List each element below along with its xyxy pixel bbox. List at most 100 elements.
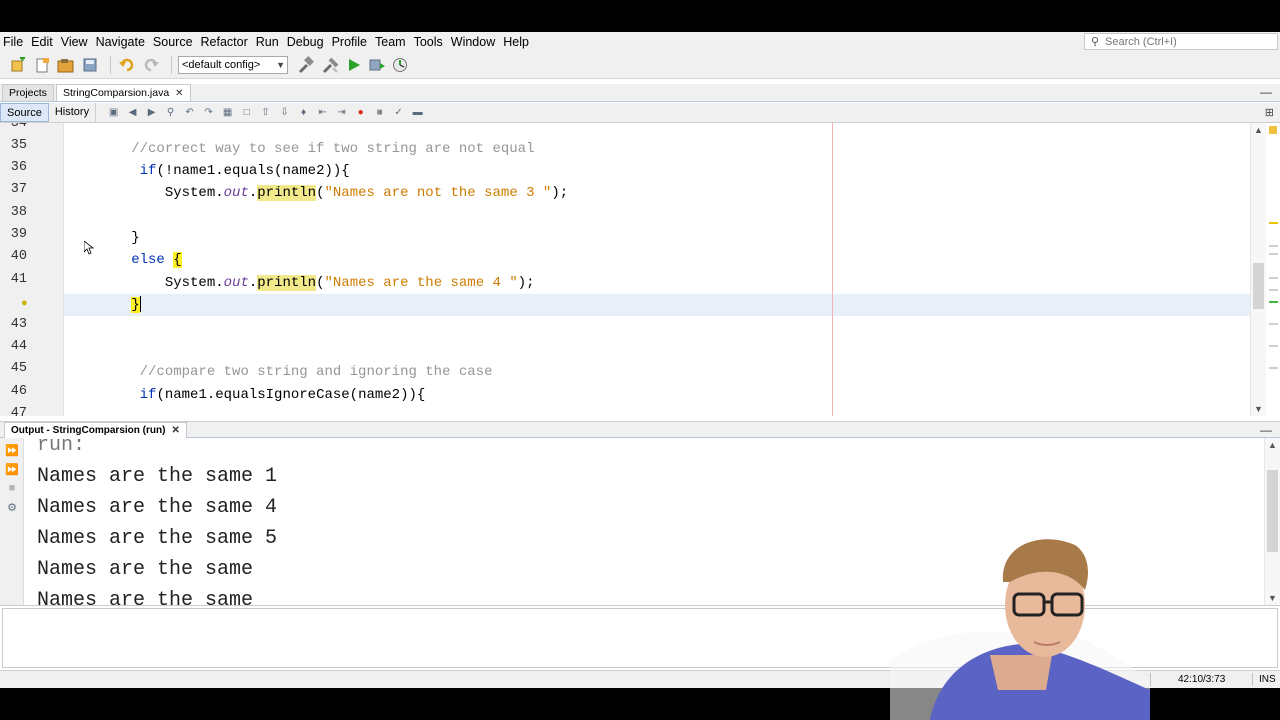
build-icon[interactable]	[296, 55, 316, 75]
stop-icon[interactable]: ■	[5, 481, 19, 495]
warning-summary-icon[interactable]	[1269, 126, 1277, 134]
error-stripe[interactable]	[1266, 123, 1280, 416]
scroll-down-icon[interactable]: ▼	[1268, 593, 1277, 603]
minimize-icon[interactable]: —	[1260, 422, 1272, 438]
last-edit-icon[interactable]: ▣	[106, 105, 121, 120]
menu-edit[interactable]: Edit	[27, 32, 57, 52]
tab-output-label: Output - StringComparsion (run)	[11, 424, 166, 436]
line-number: 41	[10, 272, 27, 287]
toggle-highlight-icon[interactable]: ▦	[220, 105, 235, 120]
status-separator	[1252, 673, 1253, 686]
code-line: System.out.println("Names are the same 4…	[64, 275, 535, 291]
minimize-icon[interactable]: —	[1260, 84, 1272, 100]
scroll-up-icon[interactable]: ▲	[1268, 440, 1277, 450]
code-editor[interactable]: 34 35 36 37 38 39 40 41 ● 43 44 45 46 47…	[0, 123, 1280, 416]
output-actions: ⏩ ⏩ ■ ⚙	[0, 438, 24, 605]
toggle-bookmark-icon[interactable]: ♦	[296, 105, 311, 120]
stripe-mark[interactable]	[1269, 301, 1278, 303]
search-input[interactable]	[1105, 35, 1275, 48]
previous-bookmark-icon[interactable]: ⇧	[258, 105, 273, 120]
tab-history[interactable]: History	[49, 103, 97, 122]
close-icon[interactable]: ✕	[175, 85, 183, 102]
output-text: run: Names are the same 1 Names are the …	[37, 438, 277, 605]
menu-source[interactable]: Source	[149, 32, 197, 52]
shift-left-icon[interactable]: ⇤	[315, 105, 330, 120]
next-bookmark-icon[interactable]: ⇩	[277, 105, 292, 120]
menu-refactor[interactable]: Refactor	[197, 32, 252, 52]
tab-source[interactable]: Source	[0, 103, 49, 122]
settings-icon[interactable]: ⚙	[5, 500, 19, 514]
scroll-up-icon[interactable]: ▲	[1254, 125, 1263, 135]
stripe-mark[interactable]	[1269, 289, 1278, 291]
code-line: else {	[64, 249, 1250, 271]
menu-debug[interactable]: Debug	[283, 32, 328, 52]
menu-navigate[interactable]: Navigate	[92, 32, 149, 52]
line-number: 43	[10, 317, 27, 332]
new-file-icon[interactable]	[32, 55, 52, 75]
stripe-mark[interactable]	[1269, 253, 1278, 255]
menu-team[interactable]: Team	[371, 32, 410, 52]
search-box[interactable]: ⚲	[1084, 33, 1278, 50]
insert-mode: INS	[1259, 674, 1276, 685]
uncomment-icon[interactable]: ▬	[410, 105, 425, 120]
webcam-overlay	[890, 539, 1150, 720]
debug-icon[interactable]	[368, 55, 388, 75]
stripe-mark[interactable]	[1269, 222, 1278, 224]
new-project-icon[interactable]	[8, 55, 28, 75]
scrollbar-thumb[interactable]	[1267, 470, 1278, 552]
code-method-highlight: println	[257, 275, 317, 291]
stripe-mark[interactable]	[1269, 345, 1278, 347]
config-select[interactable]: <default config> ▼	[178, 56, 288, 74]
output-scrollbar[interactable]: ▲ ▼	[1264, 438, 1280, 605]
find-icon[interactable]: ⚲	[163, 105, 178, 120]
scroll-down-icon[interactable]: ▼	[1254, 404, 1263, 414]
stripe-mark[interactable]	[1269, 245, 1278, 247]
menu-file[interactable]: File	[0, 32, 27, 52]
undo-icon[interactable]	[117, 55, 137, 75]
menu-help[interactable]: Help	[499, 32, 533, 52]
forward-icon[interactable]: ▶	[144, 105, 159, 120]
comment-icon[interactable]: ✓	[391, 105, 406, 120]
toggle-rectangular-selection-icon[interactable]: □	[239, 105, 254, 120]
back-icon[interactable]: ◀	[125, 105, 140, 120]
editor-scrollbar[interactable]: ▲ ▼	[1250, 123, 1266, 416]
menu-profile[interactable]: Profile	[328, 32, 371, 52]
tab-output[interactable]: Output - StringComparsion (run) ✕	[4, 422, 187, 438]
stop-macro-recording-icon[interactable]: ■	[372, 105, 387, 120]
tab-file[interactable]: StringComparsion.java ✕	[55, 84, 191, 102]
code-area[interactable]: //correct way to see if two string are n…	[64, 123, 1250, 416]
open-project-icon[interactable]	[56, 55, 76, 75]
output-line: run:	[37, 438, 86, 457]
lightbulb-icon[interactable]: ●	[21, 297, 28, 309]
clean-build-icon[interactable]	[320, 55, 340, 75]
code-string: "Names are the same 4 "	[324, 275, 518, 291]
menu-run[interactable]: Run	[252, 32, 283, 52]
menu-tools[interactable]: Tools	[410, 32, 447, 52]
status-separator	[1150, 673, 1151, 686]
redo-icon[interactable]	[141, 55, 161, 75]
stripe-mark[interactable]	[1269, 323, 1278, 325]
profile-icon[interactable]	[392, 55, 412, 75]
save-all-icon[interactable]	[80, 55, 100, 75]
menu-window[interactable]: Window	[447, 32, 499, 52]
run-icon[interactable]	[344, 55, 364, 75]
line-number: 44	[10, 339, 27, 354]
main-toolbar: <default config> ▼	[0, 52, 1280, 79]
menu-view[interactable]: View	[57, 32, 92, 52]
stripe-mark[interactable]	[1269, 367, 1278, 369]
expand-icon[interactable]: ⊞	[1265, 106, 1274, 119]
stripe-mark[interactable]	[1269, 277, 1278, 279]
scrollbar-thumb[interactable]	[1253, 263, 1264, 309]
find-previous-icon[interactable]: ↶	[182, 105, 197, 120]
find-next-icon[interactable]: ↷	[201, 105, 216, 120]
shift-right-icon[interactable]: ⇥	[334, 105, 349, 120]
start-macro-recording-icon[interactable]: ●	[353, 105, 368, 120]
rerun-with-params-icon[interactable]: ⏩	[5, 462, 19, 476]
toolbar-separator	[110, 56, 111, 74]
close-icon[interactable]: ✕	[171, 423, 179, 439]
tab-projects[interactable]: Projects	[2, 84, 54, 101]
line-number: 40	[10, 249, 27, 264]
rerun-icon[interactable]: ⏩	[5, 443, 19, 457]
config-select-value: <default config>	[182, 59, 261, 71]
